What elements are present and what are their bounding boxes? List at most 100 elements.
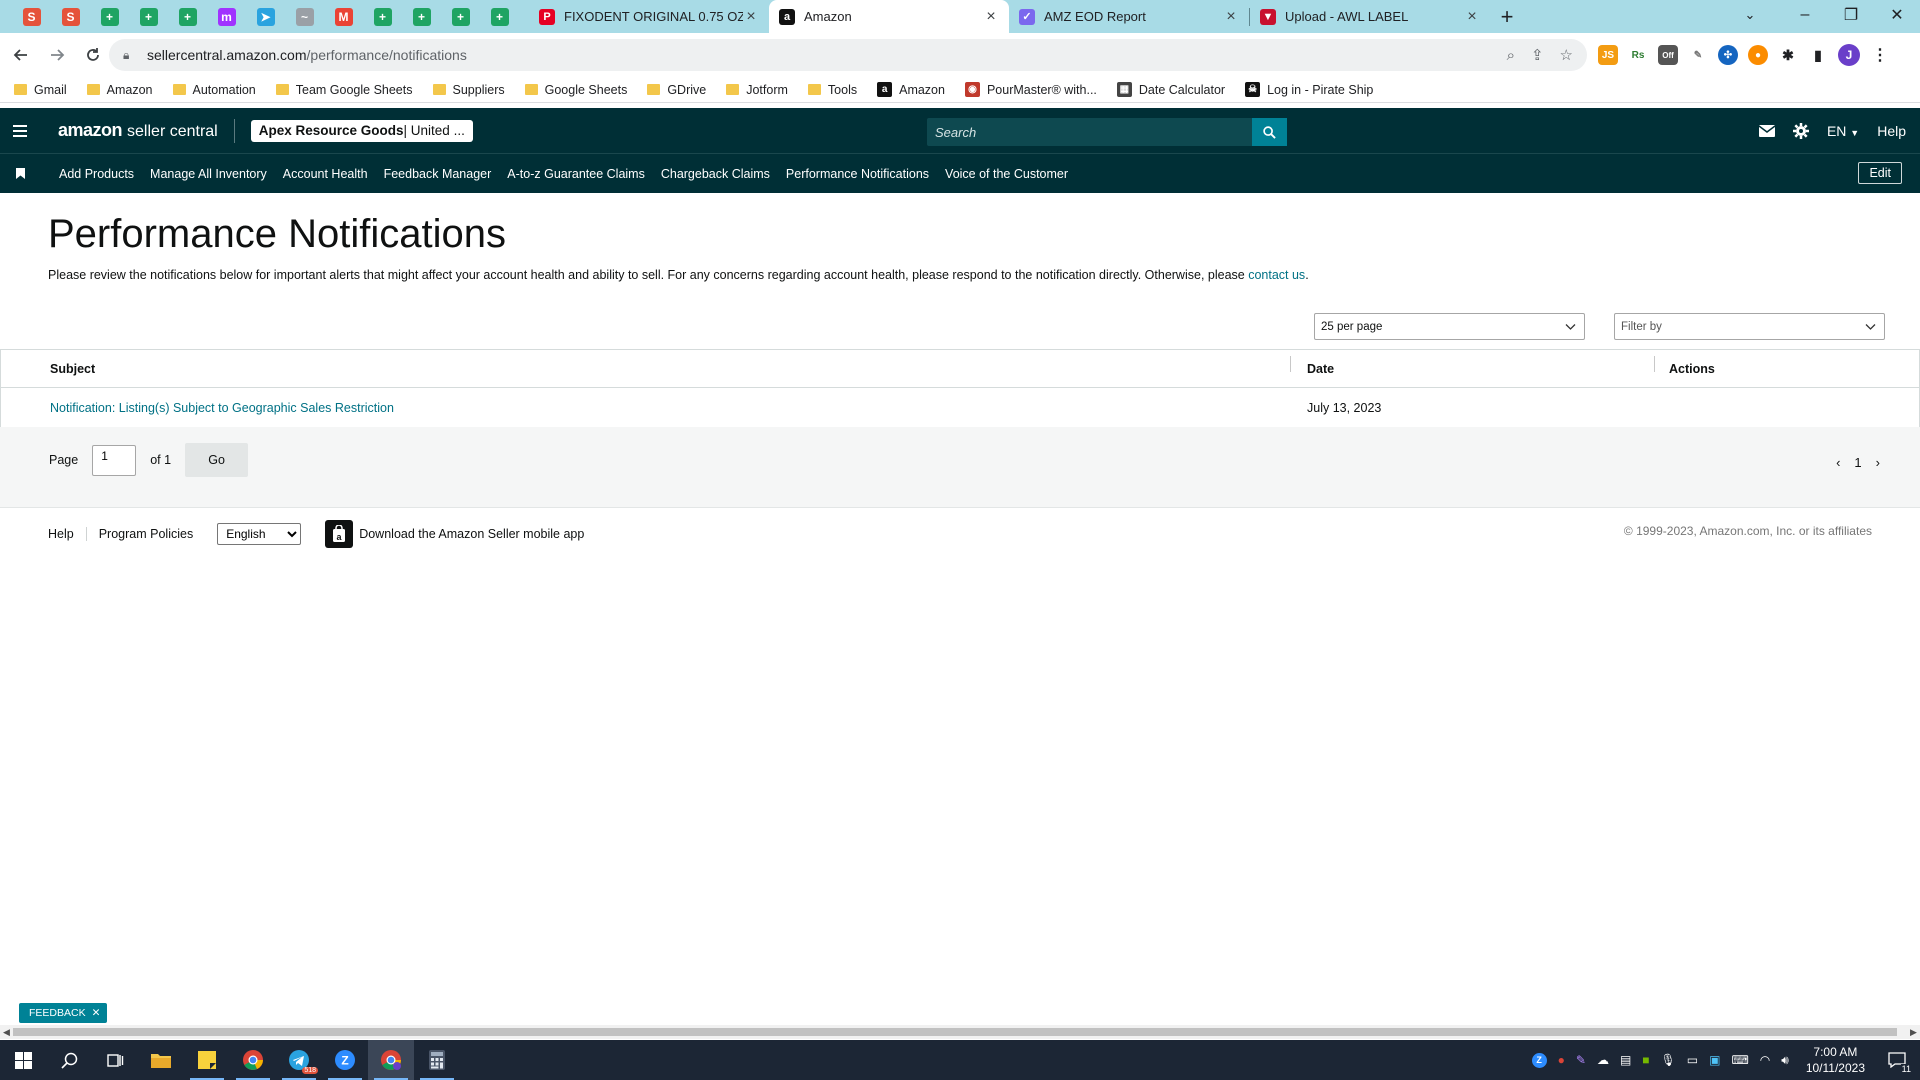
current-page-number[interactable]: 1: [1854, 455, 1861, 470]
nav-link[interactable]: A-to-z Guarantee Claims: [507, 167, 645, 181]
close-icon[interactable]: ✕: [92, 1007, 101, 1019]
pinned-tab[interactable]: +: [441, 0, 480, 33]
bookmark-item[interactable]: a Amazon: [877, 82, 945, 97]
page-number-input[interactable]: [92, 444, 137, 476]
close-tab-icon[interactable]: ×: [743, 8, 759, 26]
nav-link[interactable]: Feedback Manager: [384, 167, 492, 181]
bookmark-item[interactable]: ◉ PourMaster® with...: [964, 82, 1097, 97]
bookmark-item[interactable]: Suppliers: [432, 83, 505, 97]
pinned-tab[interactable]: m: [207, 0, 246, 33]
close-window-button[interactable]: ✕: [1874, 0, 1920, 30]
close-tab-icon[interactable]: ×: [983, 8, 999, 26]
next-page-chevron-icon[interactable]: ›: [1876, 455, 1880, 470]
zoom-icon[interactable]: ⌕: [1507, 47, 1515, 64]
zoom-tray-icon[interactable]: Z: [1531, 1052, 1547, 1068]
pinned-tab[interactable]: M: [324, 0, 363, 33]
footer-help-link[interactable]: Help: [48, 527, 87, 541]
telegram-icon[interactable]: 518: [276, 1040, 322, 1080]
contact-us-link[interactable]: contact us: [1248, 268, 1305, 282]
browser-tab[interactable]: P FIXODENT ORIGINAL 0.75 OZ - ×: [529, 0, 769, 33]
bookmark-item[interactable]: Google Sheets: [524, 83, 627, 97]
horizontal-scrollbar[interactable]: ◀ ▶: [0, 1025, 1920, 1039]
browser-tab[interactable]: a Amazon ×: [769, 0, 1009, 33]
chrome-tray-icon[interactable]: ●: [1558, 1053, 1565, 1067]
windows-start-icon[interactable]: [0, 1040, 46, 1080]
pinned-tab[interactable]: +: [363, 0, 402, 33]
side-panel-icon[interactable]: ▮: [1808, 45, 1828, 65]
pinned-tab[interactable]: ➤: [246, 0, 285, 33]
footer-language-select[interactable]: English: [217, 523, 302, 545]
bookmark-item[interactable]: Jotform: [726, 83, 788, 97]
scroll-right-arrow-icon[interactable]: ▶: [1907, 1025, 1920, 1039]
search-button[interactable]: [1252, 118, 1287, 146]
mail-icon[interactable]: [1758, 124, 1775, 137]
nvidia-icon[interactable]: ■: [1642, 1053, 1649, 1067]
mic-icon[interactable]: 🎙︎: [1661, 1053, 1676, 1067]
chrome-icon[interactable]: [230, 1040, 276, 1080]
search-icon[interactable]: [46, 1040, 92, 1080]
language-selector[interactable]: EN ▼: [1827, 123, 1859, 139]
download-app-link[interactable]: Download the Amazon Seller mobile app: [359, 527, 584, 541]
zoom-icon[interactable]: Z: [322, 1040, 368, 1080]
off-extension-icon[interactable]: Off: [1658, 45, 1678, 65]
column-header-subject[interactable]: Subject: [1, 355, 1291, 376]
nav-link[interactable]: Add Products: [59, 167, 134, 181]
close-tab-icon[interactable]: ×: [1223, 8, 1239, 26]
reload-button[interactable]: [78, 40, 108, 70]
bookmark-item[interactable]: ▦ Date Calculator: [1116, 82, 1225, 97]
bookmark-item[interactable]: Amazon: [86, 83, 153, 97]
pinned-tab[interactable]: +: [480, 0, 519, 33]
puzzle-icon[interactable]: ✱: [1778, 45, 1798, 65]
notification-subject-link[interactable]: Notification: Listing(s) Subject to Geog…: [50, 401, 394, 415]
scroll-left-arrow-icon[interactable]: ◀: [0, 1025, 13, 1039]
clock[interactable]: 7:00 AM 10/11/2023: [1806, 1044, 1865, 1076]
feedback-button[interactable]: FEEDBACK ✕: [19, 1003, 108, 1023]
nav-link[interactable]: Manage All Inventory: [150, 167, 267, 181]
profile-avatar[interactable]: J: [1838, 44, 1860, 66]
browser-tab[interactable]: ✓ AMZ EOD Report ×: [1009, 0, 1249, 33]
previous-page-chevron-icon[interactable]: ‹: [1836, 455, 1840, 470]
back-button[interactable]: [6, 40, 36, 70]
amazon-seller-app-icon[interactable]: a: [325, 520, 354, 548]
js-extension-icon[interactable]: JS: [1598, 45, 1618, 65]
task-view-icon[interactable]: [92, 1040, 138, 1080]
pinned-tab[interactable]: +: [129, 0, 168, 33]
bookmark-item[interactable]: Tools: [807, 83, 857, 97]
nav-link[interactable]: Chargeback Claims: [661, 167, 770, 181]
pinned-tab[interactable]: +: [90, 0, 129, 33]
printer-icon[interactable]: ▤: [1620, 1053, 1631, 1067]
rs-extension-icon[interactable]: Rs: [1628, 45, 1648, 65]
bookmark-item[interactable]: Automation: [172, 83, 256, 97]
help-link[interactable]: Help: [1877, 123, 1906, 139]
pinned-tab[interactable]: S: [51, 0, 90, 33]
notifications-icon[interactable]: 11: [1882, 1040, 1912, 1080]
scrollbar-thumb[interactable]: [13, 1028, 1897, 1036]
bookmark-star-icon[interactable]: ☆: [1560, 46, 1573, 64]
minimize-button[interactable]: –: [1782, 0, 1828, 30]
pinned-tab[interactable]: +: [402, 0, 441, 33]
search-input[interactable]: [927, 118, 1252, 146]
orange-extension-icon[interactable]: ●: [1748, 45, 1768, 65]
close-tab-icon[interactable]: ×: [1464, 8, 1480, 26]
menu-kebab-icon[interactable]: ⋮: [1870, 45, 1890, 65]
calculator-icon[interactable]: [414, 1040, 460, 1080]
nav-link[interactable]: Account Health: [283, 167, 368, 181]
new-tab-button[interactable]: +: [1490, 0, 1524, 33]
gear-icon[interactable]: [1792, 122, 1809, 139]
pinned-tab[interactable]: +: [168, 0, 207, 33]
bookmark-icon[interactable]: [0, 168, 40, 179]
sticky-notes-icon[interactable]: [184, 1040, 230, 1080]
bookmark-item[interactable]: Team Google Sheets: [275, 83, 413, 97]
file-explorer-icon[interactable]: [138, 1040, 184, 1080]
per-page-select[interactable]: 25 per page: [1314, 313, 1585, 340]
forward-button[interactable]: [42, 40, 72, 70]
store-switcher[interactable]: Apex Resource Goods | United ...: [250, 119, 473, 142]
maximize-button[interactable]: ❐: [1828, 0, 1874, 30]
volume-icon[interactable]: 🔊︎: [1781, 1053, 1789, 1068]
pen-tray-icon[interactable]: ✎: [1576, 1053, 1586, 1067]
tab-search-chevron-icon[interactable]: ⌄: [1730, 0, 1770, 30]
chrome-profile-icon[interactable]: [368, 1040, 414, 1080]
pinned-tab[interactable]: S: [12, 0, 51, 33]
program-policies-link[interactable]: Program Policies: [99, 527, 205, 541]
go-button[interactable]: Go: [185, 443, 249, 477]
